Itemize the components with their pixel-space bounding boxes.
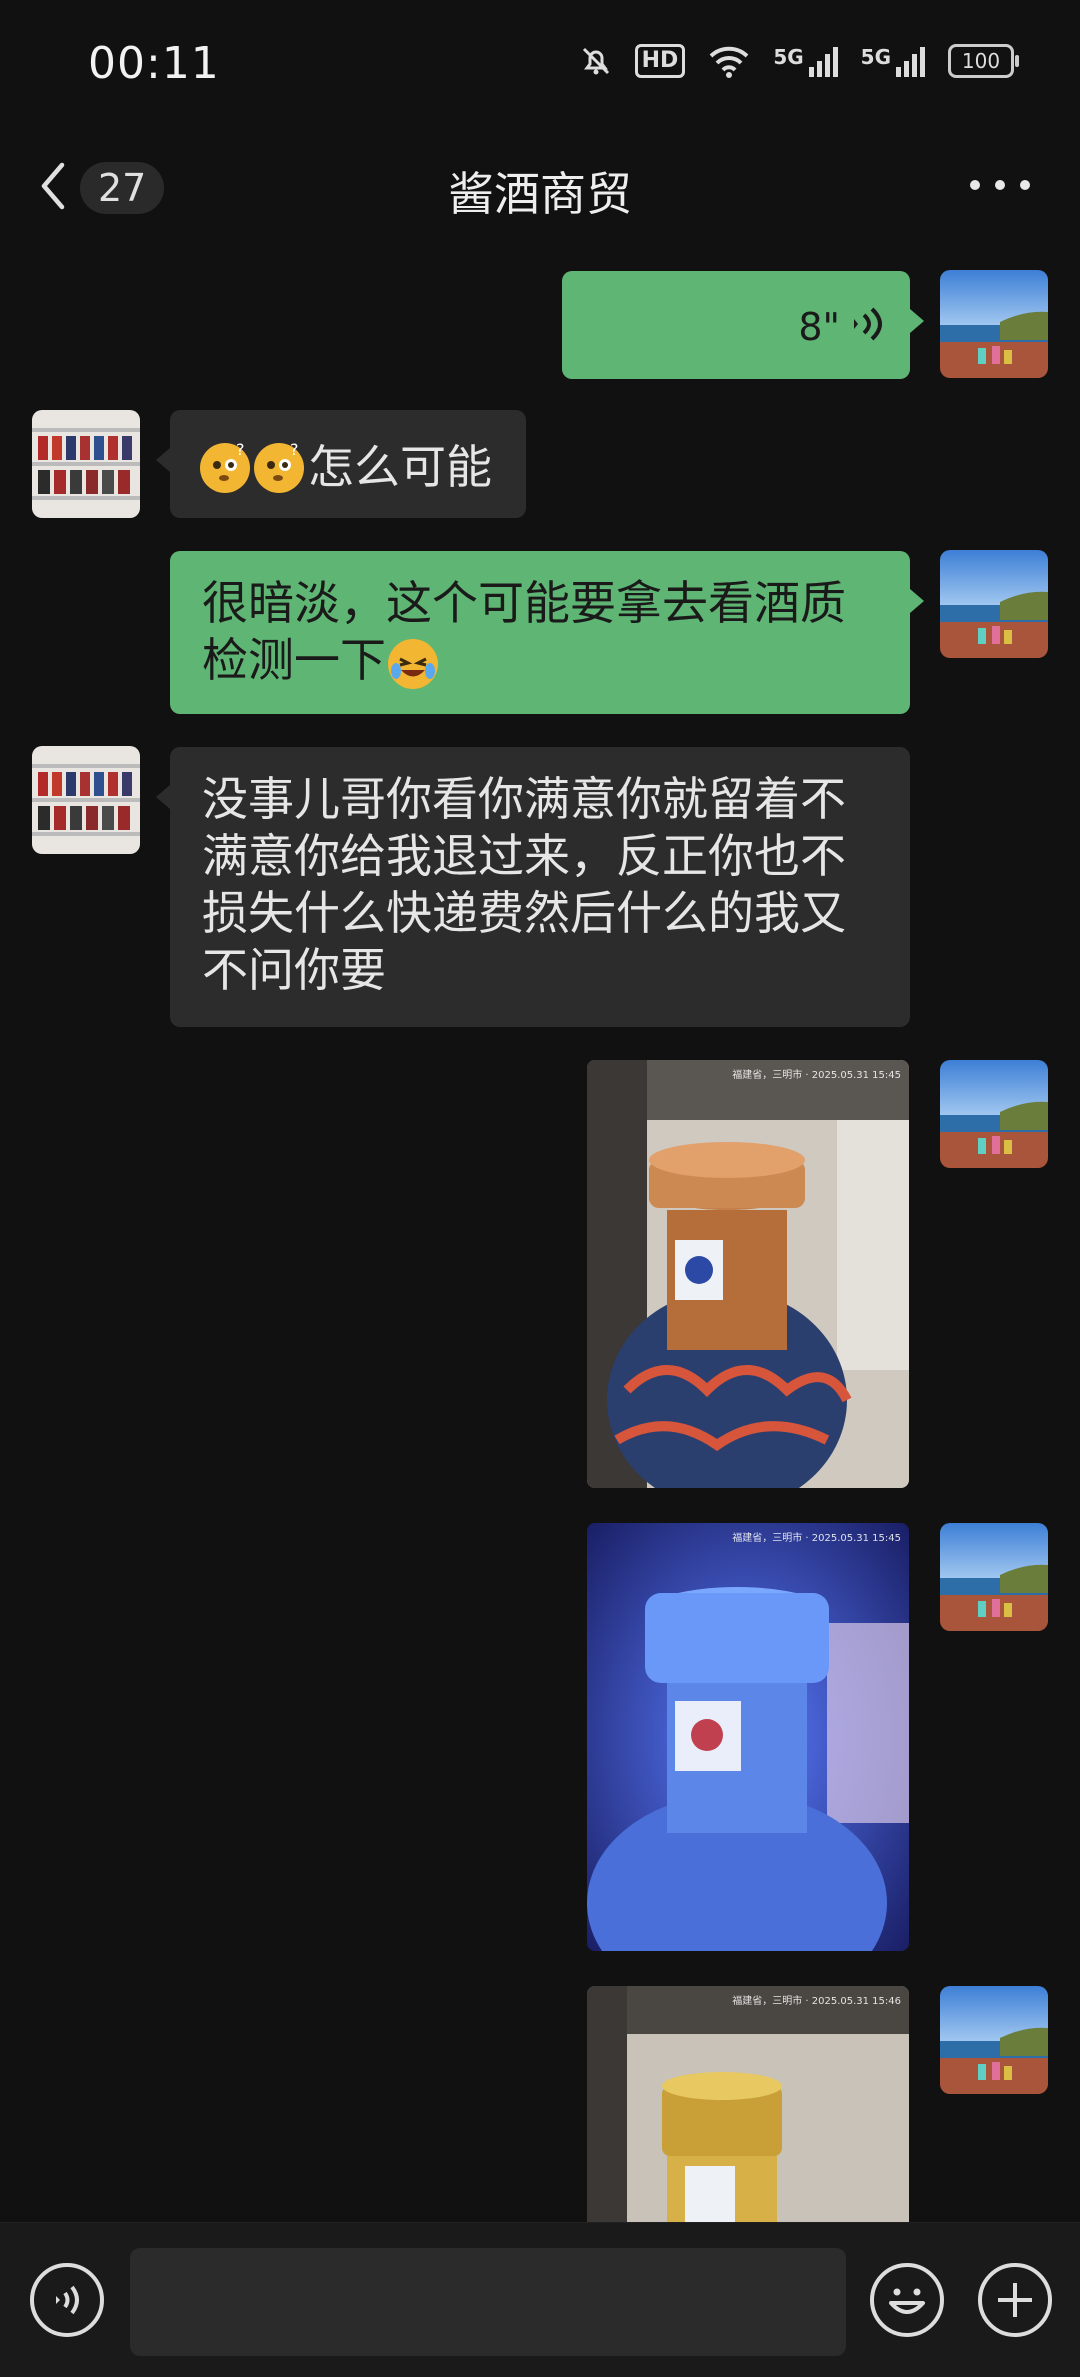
dot — [1020, 180, 1030, 190]
svg-text:?: ? — [290, 443, 299, 459]
chat-input-bar — [0, 2222, 1080, 2377]
voice-message-bubble[interactable]: 8" — [562, 271, 924, 379]
message-text: 怎么可能 — [308, 440, 492, 494]
received-message-bubble[interactable]: 没事儿哥你看你满意你就留着不满意你给我退过来，反正你也不损失什么快递费然后什么的… — [156, 747, 910, 1027]
status-time: 00:11 — [88, 38, 220, 89]
self-avatar[interactable] — [940, 1060, 1048, 1168]
photo-timestamp: 福建省，三明市 · 2025.05.31 15:45 — [732, 1070, 901, 1081]
self-avatar[interactable] — [940, 1986, 1048, 2094]
thinking-face-emoji: ? — [254, 442, 304, 493]
received-message-bubble[interactable]: ? ? 怎么可能 — [156, 410, 526, 518]
signal-sim1-icon: 5G — [773, 45, 838, 77]
self-avatar[interactable] — [940, 1523, 1048, 1631]
hd-voice-badge: HD — [634, 44, 686, 78]
self-avatar[interactable] — [940, 550, 1048, 658]
wifi-icon — [707, 44, 751, 78]
more-options-button[interactable] — [970, 170, 1030, 200]
chat-header: 27 酱酒商贸 — [0, 130, 1080, 245]
thinking-face-emoji: ? — [200, 442, 250, 493]
voice-input-toggle[interactable] — [30, 2263, 104, 2337]
status-icons: HD 5G 5G 100 — [579, 44, 1019, 78]
status-bar: 00:11 HD 5G 5G 100 — [0, 0, 1080, 130]
emoji-picker-button[interactable] — [870, 2263, 944, 2337]
mute-bell-icon — [579, 44, 613, 78]
laughing-tears-emoji — [388, 638, 438, 689]
chat-title: 酱酒商贸 — [448, 167, 632, 221]
message-text: 没事儿哥你看你满意你就留着不满意你给我退过来，反正你也不损失什么快递费然后什么的… — [202, 772, 846, 997]
battery-icon: 100 — [948, 44, 1019, 78]
self-avatar[interactable] — [940, 270, 1048, 378]
message-input[interactable] — [130, 2248, 846, 2356]
photo-timestamp: 福建省，三明市 · 2025.05.31 15:46 — [732, 1996, 901, 2007]
photo-timestamp: 福建省，三明市 · 2025.05.31 15:45 — [732, 1533, 901, 1544]
image-message[interactable]: 福建省，三明市 · 2025.05.31 15:45 — [587, 1523, 909, 1951]
sent-message-bubble[interactable]: 很暗淡，这个可能要拿去看酒质检测一下 — [170, 551, 924, 714]
image-message[interactable]: 福建省，三明市 · 2025.05.31 15:45 — [587, 1060, 909, 1488]
svg-text:?: ? — [236, 443, 245, 459]
more-actions-button[interactable] — [978, 2263, 1052, 2337]
dot — [970, 180, 980, 190]
voice-wave-icon — [844, 301, 884, 360]
voice-duration: 8" — [798, 305, 840, 349]
signal-sim2-icon: 5G — [861, 45, 926, 77]
contact-avatar[interactable] — [32, 746, 140, 854]
image-message[interactable]: 福建省，三明市 · 2025.05.31 15:46 — [587, 1986, 909, 2222]
dot — [995, 180, 1005, 190]
message-text: 很暗淡，这个可能要拿去看酒质检测一下 — [202, 576, 846, 687]
contact-avatar[interactable] — [32, 410, 140, 518]
